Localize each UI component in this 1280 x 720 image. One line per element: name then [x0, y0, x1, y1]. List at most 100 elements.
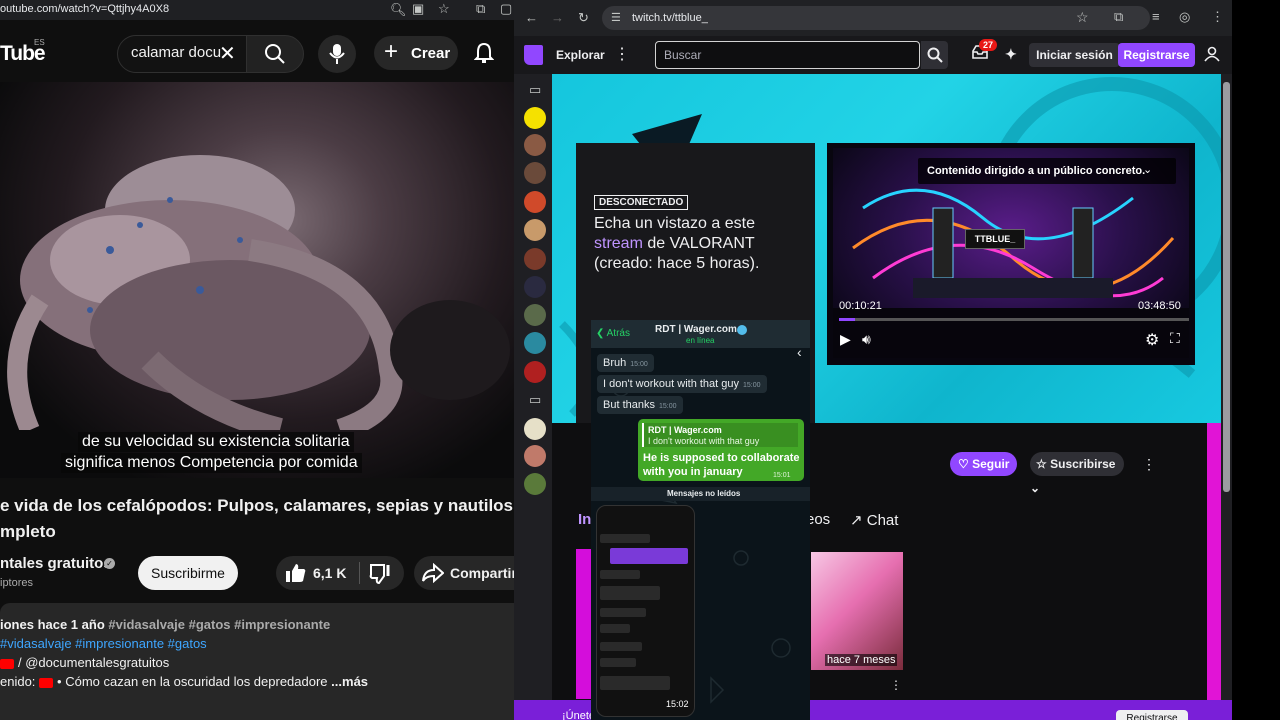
more-options-icon[interactable]: ⋮ — [1142, 456, 1156, 473]
channel-avatar[interactable] — [524, 418, 546, 440]
incoming-message[interactable]: Bruh 15:00 — [597, 354, 654, 372]
star-icon: ☆ — [1036, 457, 1047, 471]
channel-avatar[interactable] — [524, 134, 546, 156]
channel-link-text[interactable]: / @documentalesgratuitos — [18, 655, 169, 670]
tab-inicio[interactable]: In — [578, 511, 591, 528]
bookmark-star-icon[interactable]: ☆ — [438, 2, 450, 16]
channel-avatar[interactable] — [524, 107, 546, 129]
channel-avatar[interactable] — [524, 191, 546, 213]
explore-link[interactable]: Explorar — [556, 48, 605, 62]
chat-label: Chat — [866, 512, 899, 529]
video-title-line-1: e vida de los cefalópodos: Pulpos, calam… — [0, 496, 514, 515]
incoming-message[interactable]: I don't workout with that guy 15:00 — [597, 375, 767, 393]
channel-avatar[interactable] — [524, 445, 546, 467]
back-icon[interactable]: ← — [525, 11, 538, 25]
create-label: Crear — [411, 45, 451, 62]
channel-avatar[interactable] — [524, 162, 546, 184]
views-and-date: iones hace 1 año — [0, 617, 105, 632]
forward-icon[interactable]: → — [551, 11, 564, 25]
quoted-author: RDT | Wager.com — [648, 425, 722, 435]
contact-name[interactable]: RDT | Wager.com — [655, 324, 737, 335]
collapse-panel-icon[interactable]: ‹ — [797, 344, 802, 360]
video-thumbnail[interactable] — [811, 552, 903, 670]
window-icon[interactable]: ▢ — [500, 2, 512, 16]
profile-icon[interactable]: ◎ — [1179, 10, 1190, 24]
channel-avatar[interactable] — [524, 473, 546, 495]
follow-button[interactable]: ♡ Seguir — [950, 452, 1017, 476]
login-button[interactable]: Iniciar sesión — [1029, 43, 1120, 67]
channel-avatar[interactable] — [524, 304, 546, 326]
follow-label: Seguir — [972, 457, 1010, 471]
menu-icon[interactable]: ⋮ — [1211, 10, 1224, 24]
play-icon[interactable]: ▶ — [840, 331, 851, 348]
description-box[interactable]: iones hace 1 año #vidasalvaje #gatos #im… — [0, 603, 514, 720]
channel-avatar[interactable] — [524, 248, 546, 270]
plus-icon: + — [384, 38, 399, 65]
current-time: 00:10:21 — [839, 300, 882, 312]
thumbs-down-icon[interactable] — [369, 563, 391, 585]
reload-icon[interactable]: ↻ — [578, 11, 589, 25]
more-menu-icon[interactable]: ⋮ — [614, 44, 630, 64]
share-label: Compartir — [450, 565, 514, 581]
collapse-sidebar-icon[interactable]: ▭ — [529, 83, 541, 97]
scrollbar-thumb[interactable] — [1223, 82, 1230, 492]
subscribe-button[interactable]: ☆ Suscribirse ⌄ — [1030, 452, 1124, 495]
user-icon[interactable] — [1204, 46, 1220, 62]
voice-search-button[interactable] — [318, 35, 356, 73]
incoming-message[interactable]: But thanks 15:00 — [597, 396, 683, 414]
cast-icon[interactable]: ▣ — [412, 2, 424, 16]
prime-crown-icon[interactable]: ✦ — [1005, 46, 1017, 63]
search-button[interactable] — [921, 41, 948, 69]
back-label: Atrás — [606, 328, 630, 339]
fullscreen-icon[interactable]: ⛶ — [1170, 330, 1180, 347]
offline-stream-link[interactable]: stream — [594, 235, 643, 252]
settings-gear-icon[interactable]: ⚙ — [1145, 330, 1159, 350]
video-age: hace 7 meses — [825, 654, 898, 666]
twitch-url[interactable]: twitch.tv/ttblue_ — [632, 12, 708, 24]
subscriber-count: iptores — [0, 577, 34, 589]
channel-name[interactable]: ntales gratuitos — [0, 555, 112, 572]
channel-avatar[interactable] — [524, 361, 546, 383]
seek-bar-progress — [839, 318, 855, 321]
description-content-line: enido: • Cómo cazan en la oscuridad los … — [0, 674, 368, 689]
unread-label: Mensajes no leídos — [667, 489, 741, 498]
caption-line-1: de su velocidad su existencia solitaria — [78, 432, 354, 452]
site-info-icon[interactable]: ☰ — [611, 11, 621, 25]
stage-screen-label: TTBLUE_ — [965, 229, 1025, 249]
search-input[interactable]: calamar docu — [131, 44, 221, 61]
notifications-bell-icon[interactable] — [474, 42, 494, 64]
twitch-logo-icon[interactable] — [524, 45, 543, 65]
inbox-badge: 27 — [979, 39, 998, 51]
subscribe-button[interactable]: Suscribirme — [138, 556, 238, 590]
channel-avatar[interactable] — [524, 332, 546, 354]
bookmark-star-icon[interactable]: ☆ — [1076, 10, 1089, 24]
description-channel-link[interactable]: / @documentalesgratuitos — [0, 655, 169, 670]
extensions-icon[interactable]: ⧉ — [1114, 10, 1123, 24]
clear-search-icon[interactable]: ✕ — [219, 41, 236, 66]
extensions-icon[interactable]: ⧉ — [476, 2, 485, 16]
channel-avatar[interactable] — [524, 219, 546, 241]
phone-chat-preview — [600, 534, 688, 690]
youtube-url[interactable]: outube.com/watch?v=Qttjhy4A0X8 — [0, 3, 169, 15]
chevron-down-icon[interactable]: ⌄ — [1143, 163, 1152, 176]
description-hashtags[interactable]: #vidasalvaje #impresionante #gatos — [0, 636, 207, 651]
promo-signup-button[interactable]: Registrarse — [1116, 710, 1188, 720]
video-icon[interactable]: ▭ — [529, 393, 541, 407]
zoom-icon[interactable]: 🔍︎ — [390, 3, 407, 17]
search-button[interactable] — [246, 35, 304, 73]
youtube-flag-icon — [39, 677, 54, 688]
show-more-link[interactable]: ...más — [331, 674, 368, 689]
media-icon[interactable]: ≡ — [1152, 10, 1160, 24]
volume-icon[interactable]: 🔊︎ — [862, 331, 871, 348]
content-text: • Cómo cazan en la oscuridad los depreda… — [57, 674, 328, 689]
channel-avatar[interactable] — [524, 276, 546, 298]
back-button[interactable]: ❮ Atrás — [596, 328, 630, 339]
external-arrow-icon: ↗ — [850, 512, 863, 529]
seek-bar[interactable] — [839, 318, 1189, 321]
signup-button[interactable]: Registrarse — [1118, 43, 1195, 67]
tab-chat[interactable]: ↗ Chat — [850, 511, 898, 529]
content-warning-text: Contenido dirigido a un público concreto… — [927, 165, 1146, 177]
video-options-icon[interactable]: ⋮ — [890, 678, 902, 692]
heart-icon: ♡ — [958, 457, 969, 471]
thumbs-up-icon[interactable] — [285, 562, 307, 584]
